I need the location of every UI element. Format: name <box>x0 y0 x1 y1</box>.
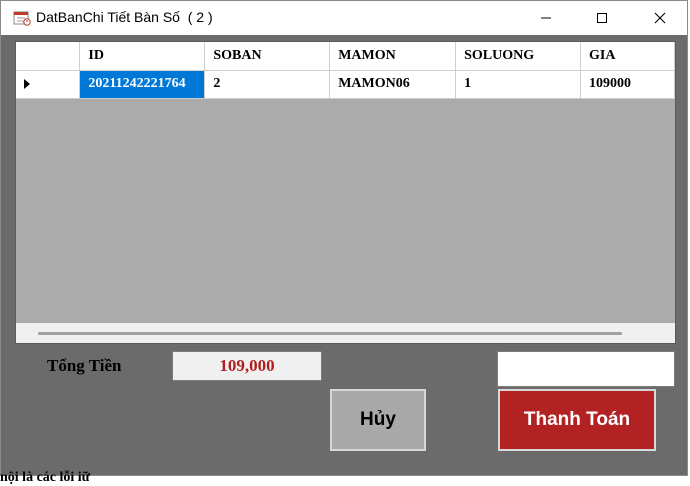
total-amount-field: 109,000 <box>172 351 322 381</box>
grid-header-row: ID SOBAN MAMON SOLUONG GIA <box>16 42 675 71</box>
maximize-button[interactable] <box>573 1 631 35</box>
row-header-corner <box>16 42 81 71</box>
close-icon <box>654 12 666 24</box>
column-header-mamon[interactable]: MAMON <box>329 42 457 71</box>
background-text: nội là các lỗi iữ <box>0 470 91 485</box>
cancel-button[interactable]: Hủy <box>330 389 426 451</box>
cell-soban[interactable]: 2 <box>204 70 331 99</box>
cell-soluong[interactable]: 1 <box>455 70 582 99</box>
title-bar[interactable]: DatBanChi Tiết Bàn Số ( 2 ) <box>1 1 687 35</box>
column-header-soluong[interactable]: SOLUONG <box>455 42 582 71</box>
minimize-icon <box>541 17 551 19</box>
row-selector[interactable] <box>16 70 81 99</box>
total-label: Tổng Tiền <box>47 356 122 375</box>
row-pointer-icon <box>24 79 30 89</box>
text-input[interactable] <box>497 351 675 387</box>
scrollbar-thumb[interactable] <box>38 332 622 335</box>
maximize-icon <box>597 13 607 23</box>
horizontal-scrollbar[interactable] <box>16 323 675 343</box>
order-details-grid[interactable]: ID SOBAN MAMON SOLUONG GIA 2021124222176… <box>15 41 676 344</box>
cell-id[interactable]: 20211242221764 <box>79 70 206 99</box>
grid-table: ID SOBAN MAMON SOLUONG GIA 2021124222176… <box>16 42 675 99</box>
checkout-button[interactable]: Thanh Toán <box>498 389 656 451</box>
window-title: DatBanChi Tiết Bàn Số ( 2 ) <box>36 9 213 25</box>
dialog-window: DatBanChi Tiết Bàn Số ( 2 ) ID SOBAN MAM… <box>0 0 688 476</box>
calendar-icon <box>13 11 31 26</box>
minimize-button[interactable] <box>517 1 575 35</box>
close-button[interactable] <box>631 1 689 35</box>
column-header-id[interactable]: ID <box>79 42 206 71</box>
column-header-soban[interactable]: SOBAN <box>204 42 331 71</box>
cell-gia[interactable]: 109000 <box>580 70 675 99</box>
table-row[interactable]: 20211242221764 2 MAMON06 1 109000 <box>16 70 675 99</box>
cell-mamon[interactable]: MAMON06 <box>329 70 457 99</box>
column-header-gia[interactable]: GIA <box>580 42 675 71</box>
